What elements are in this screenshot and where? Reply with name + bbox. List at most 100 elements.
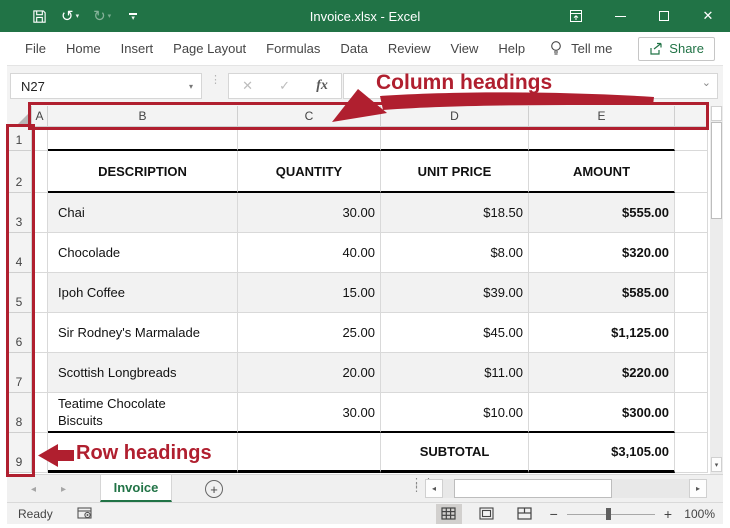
status-mode: Ready [18,507,53,521]
cell-C9[interactable] [238,433,381,473]
cell-C3[interactable]: 30.00 [238,193,381,233]
cell-B3[interactable]: Chai [48,193,238,233]
cell-E7[interactable]: $220.00 [529,353,675,393]
undo-button[interactable]: ↺ ▾ [61,9,79,24]
cell-F7[interactable] [675,353,708,393]
redo-button[interactable]: ↻ ▾ [93,9,111,24]
cell-F5[interactable] [675,273,708,313]
zoom-in-button[interactable]: + [664,507,672,521]
cell-D7[interactable]: $11.00 [381,353,529,393]
cell-B7[interactable]: Scottish Longbreads [48,353,238,393]
next-sheet-button[interactable]: ▸ [61,475,66,503]
cell-F6[interactable] [675,313,708,353]
ribbon-display-options-button[interactable] [554,0,598,32]
ribbon-tab-insert[interactable]: Insert [111,32,164,66]
formula-splitter-dots[interactable]: ⋮ [210,77,221,83]
page-layout-view-button[interactable] [474,504,500,524]
vertical-scrollbar-thumb[interactable] [711,122,722,219]
cell-E1[interactable] [529,127,675,151]
cell-E9[interactable]: $3,105.00 [529,433,675,473]
cell-D2[interactable]: UNIT PRICE [381,151,529,193]
zoom-level[interactable]: 100% [681,507,715,521]
cell-D8[interactable]: $10.00 [381,393,529,433]
tell-me-label: Tell me [571,41,612,56]
cell-F2[interactable] [675,151,708,193]
spreadsheet-grid: ABCDE12DESCRIPTIONQUANTITYUNIT PRICEAMOU… [7,106,708,473]
scroll-right-button[interactable]: ▸ [689,479,707,498]
cell-C8[interactable]: 30.00 [238,393,381,433]
cell-D4[interactable]: $8.00 [381,233,529,273]
zoom-out-button[interactable]: − [550,507,558,521]
insert-function-button[interactable]: fx [316,78,328,94]
save-button[interactable] [32,9,47,24]
share-icon [649,42,663,56]
cell-C7[interactable]: 20.00 [238,353,381,393]
cell-C4[interactable]: 40.00 [238,233,381,273]
cell-F3[interactable] [675,193,708,233]
cell-C6[interactable]: 25.00 [238,313,381,353]
page-break-preview-button[interactable] [512,504,538,524]
customize-quick-access-button[interactable]: ▾ [129,13,137,20]
ribbon-tab-row: FileHomeInsertPage LayoutFormulasDataRev… [7,32,723,66]
vertical-scrollbar[interactable]: ▾ [710,106,723,474]
ribbon-tab-help[interactable]: Help [488,32,535,66]
quick-access-toolbar: ↺ ▾ ↻ ▾ ▾ [32,9,137,24]
close-button[interactable]: ✕ [686,0,730,32]
cell-E5[interactable]: $585.00 [529,273,675,313]
minimize-button[interactable] [598,0,642,32]
cancel-icon[interactable]: ✕ [242,78,253,94]
vertical-scrollbar-top-button[interactable] [711,106,722,121]
cell-B1[interactable] [48,127,238,151]
cell-D5[interactable]: $39.00 [381,273,529,313]
macro-record-button[interactable] [77,507,93,520]
scroll-down-button[interactable]: ▾ [711,457,722,472]
previous-sheet-button[interactable]: ◂ [31,475,36,503]
ribbon-tab-review[interactable]: Review [378,32,441,66]
tell-me-control[interactable]: Tell me [549,40,612,57]
cell-C2[interactable]: QUANTITY [238,151,381,193]
cell-D9[interactable]: SUBTOTAL [381,433,529,473]
cell-B2[interactable]: DESCRIPTION [48,151,238,193]
normal-view-button[interactable] [436,504,462,524]
horizontal-scrollbar-thumb[interactable] [454,479,612,498]
sheet-tab-invoice[interactable]: Invoice [100,475,172,502]
ribbon-tab-file[interactable]: File [15,32,56,66]
enter-icon[interactable]: ✓ [279,78,290,94]
name-box[interactable]: N27 ▾ [10,73,202,99]
cell-C5[interactable]: 15.00 [238,273,381,313]
ribbon-tab-page-layout[interactable]: Page Layout [163,32,256,66]
macro-record-icon [77,507,93,520]
cell-F9[interactable] [675,433,708,473]
cell-C1[interactable] [238,127,381,151]
cell-D6[interactable]: $45.00 [381,313,529,353]
new-sheet-button[interactable]: + [205,480,223,498]
cell-B4[interactable]: Chocolade [48,233,238,273]
zoom-slider-thumb[interactable] [606,508,611,520]
cell-D1[interactable] [381,127,529,151]
cell-E6[interactable]: $1,125.00 [529,313,675,353]
status-bar: Ready [7,502,723,524]
cell-B6[interactable]: Sir Rodney's Marmalade [48,313,238,353]
maximize-button[interactable] [642,0,686,32]
cell-F1[interactable] [675,127,708,151]
ribbon-tab-data[interactable]: Data [330,32,377,66]
ribbon-tab-view[interactable]: View [440,32,488,66]
cell-D3[interactable]: $18.50 [381,193,529,233]
undo-icon: ↺ [61,9,74,24]
ribbon-tab-home[interactable]: Home [56,32,111,66]
share-button[interactable]: Share [638,37,715,61]
status-bar-right: − + 100% [436,504,715,524]
row-headings-highlight-box [6,124,35,477]
cell-B8[interactable]: Teatime Chocolate Biscuits [48,393,238,433]
cell-E3[interactable]: $555.00 [529,193,675,233]
cell-E8[interactable]: $300.00 [529,393,675,433]
cell-B5[interactable]: Ipoh Coffee [48,273,238,313]
cell-F8[interactable] [675,393,708,433]
cell-F4[interactable] [675,233,708,273]
formula-bar-expand-icon[interactable]: ⌄ [702,76,711,89]
cell-E2[interactable]: AMOUNT [529,151,675,193]
zoom-slider[interactable] [567,507,655,521]
ribbon-tab-formulas[interactable]: Formulas [256,32,330,66]
scroll-left-button[interactable]: ◂ [425,479,443,498]
cell-E4[interactable]: $320.00 [529,233,675,273]
